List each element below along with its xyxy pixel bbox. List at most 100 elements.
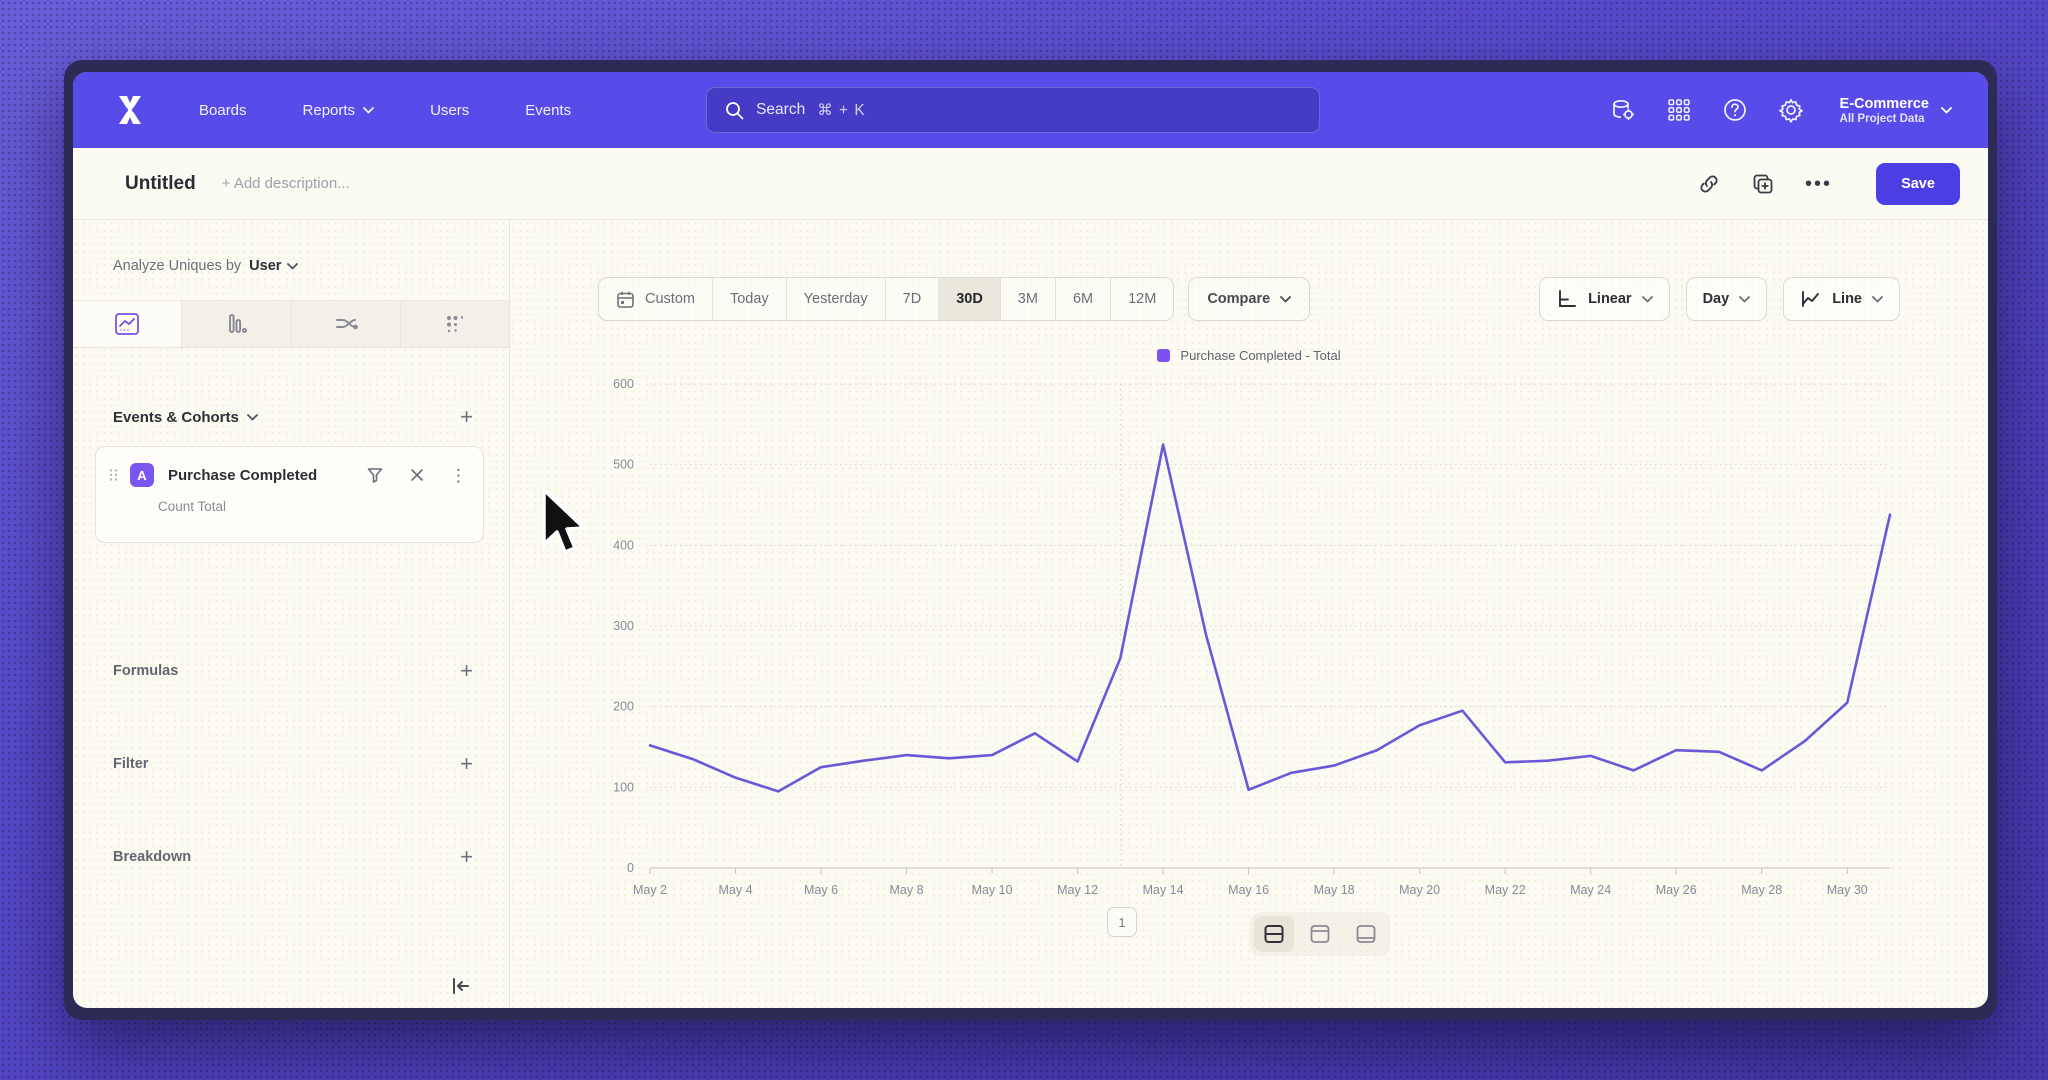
x-axis-label: May 10 xyxy=(972,883,1013,897)
range-12m[interactable]: 12M xyxy=(1111,278,1173,320)
dots-grid-tab-icon xyxy=(440,309,470,339)
chevron-down-icon xyxy=(247,414,258,421)
top-nav: Boards Reports Users Events Search ⌘ + K xyxy=(73,72,1988,148)
layout-panel-bottom-icon[interactable] xyxy=(1346,916,1386,952)
range-label: 7D xyxy=(903,291,922,307)
range-30d[interactable]: 30D xyxy=(939,278,1001,320)
x-axis-label: May 6 xyxy=(804,883,838,897)
compare-dropdown[interactable]: Compare xyxy=(1188,277,1310,321)
tab-flow[interactable] xyxy=(292,301,401,347)
add-formula-button[interactable]: + xyxy=(460,658,473,684)
more-options-icon[interactable]: ••• xyxy=(1805,179,1832,189)
compare-label: Compare xyxy=(1207,291,1270,307)
search-input[interactable]: Search ⌘ + K xyxy=(706,87,1320,133)
x-axis-label: May 26 xyxy=(1656,883,1697,897)
legend-swatch xyxy=(1157,349,1170,362)
range-label: Yesterday xyxy=(804,291,868,307)
x-axis-label: May 4 xyxy=(718,883,752,897)
add-breakdown-button[interactable]: + xyxy=(460,844,473,870)
nav-item-events[interactable]: Events xyxy=(525,102,571,119)
drag-handle-icon[interactable] xyxy=(108,468,120,482)
range-custom[interactable]: Custom xyxy=(599,278,713,320)
event-name[interactable]: Purchase Completed xyxy=(168,467,317,484)
range-label: Today xyxy=(730,291,769,307)
x-axis-label: May 28 xyxy=(1741,883,1782,897)
report-title[interactable]: Untitled xyxy=(125,173,196,195)
nav-right: E-Commerce All Project Data xyxy=(1610,95,1952,125)
legend-label: Purchase Completed - Total xyxy=(1180,348,1340,363)
nav-item-reports[interactable]: Reports xyxy=(303,102,375,119)
add-description-field[interactable]: + Add description... xyxy=(222,175,350,192)
remove-event-icon[interactable] xyxy=(408,466,426,484)
y-axis-label: 500 xyxy=(613,458,634,472)
x-axis-label: May 22 xyxy=(1485,883,1526,897)
series-line xyxy=(650,445,1890,792)
scale-label: Linear xyxy=(1588,291,1632,307)
y-axis-label: 600 xyxy=(613,377,634,391)
mixpanel-logo-icon[interactable] xyxy=(113,93,147,127)
add-event-button[interactable]: + xyxy=(460,404,473,430)
report-header: Untitled + Add description... ••• Save xyxy=(73,148,1988,220)
chevron-down-icon xyxy=(1739,296,1750,303)
search-shortcut: ⌘ + K xyxy=(817,101,866,120)
data-management-icon[interactable] xyxy=(1610,97,1636,123)
help-icon[interactable] xyxy=(1722,97,1748,123)
range-label: 30D xyxy=(956,291,983,307)
apps-grid-icon[interactable] xyxy=(1666,97,1692,123)
range-today[interactable]: Today xyxy=(713,278,787,320)
save-button[interactable]: Save xyxy=(1876,163,1960,205)
analyze-value: User xyxy=(249,258,281,274)
x-axis-label: May 30 xyxy=(1827,883,1868,897)
settings-gear-icon[interactable] xyxy=(1778,97,1804,123)
range-label: Custom xyxy=(645,291,695,307)
granularity-dropdown[interactable]: Day xyxy=(1686,277,1768,321)
chevron-down-icon xyxy=(363,107,374,114)
report-actions: ••• Save xyxy=(1697,163,1960,205)
event-menu-icon[interactable]: ⋮ xyxy=(450,467,467,484)
x-axis-label: May 24 xyxy=(1570,883,1611,897)
add-filter-button[interactable]: + xyxy=(460,751,473,777)
filter-funnel-icon[interactable] xyxy=(366,466,384,484)
nav-item-boards[interactable]: Boards xyxy=(199,102,247,119)
layout-panel-top-icon[interactable] xyxy=(1300,916,1340,952)
range-6m[interactable]: 6M xyxy=(1056,278,1111,320)
events-cohorts-header: Events & Cohorts + xyxy=(113,404,473,430)
x-axis-label: May 16 xyxy=(1228,883,1269,897)
y-axis-label: 200 xyxy=(613,700,634,714)
project-switcher[interactable]: E-Commerce All Project Data xyxy=(1840,95,1952,125)
range-3m[interactable]: 3M xyxy=(1001,278,1056,320)
bar-chart-tab-icon xyxy=(221,309,251,339)
nav-item-label: Events xyxy=(525,102,571,119)
range-label: 6M xyxy=(1073,291,1093,307)
analyze-entity-dropdown[interactable]: User xyxy=(249,258,298,274)
pagination-badge[interactable]: 1 xyxy=(1107,907,1137,937)
line-chart[interactable]: 0100200300400500600May 2May 4May 6May 8M… xyxy=(590,370,1930,930)
chart-options-toolbar: Linear Day Line xyxy=(1539,277,1900,321)
range-yesterday[interactable]: Yesterday xyxy=(787,278,886,320)
chevron-down-icon xyxy=(1872,296,1883,303)
event-measurement[interactable]: Count Total xyxy=(158,499,467,514)
analyze-label: Analyze Uniques by xyxy=(113,258,241,274)
copy-link-icon[interactable] xyxy=(1697,172,1721,196)
chart-legend: Purchase Completed - Total xyxy=(510,348,1988,363)
chart-type-dropdown[interactable]: Line xyxy=(1783,277,1900,321)
tab-retention-grid[interactable] xyxy=(401,301,509,347)
x-axis-label: May 12 xyxy=(1057,883,1098,897)
tab-bar-chart[interactable] xyxy=(182,301,291,347)
filter-label: Filter xyxy=(113,756,148,772)
x-axis-label: May 20 xyxy=(1399,883,1440,897)
range-label: 12M xyxy=(1128,291,1156,307)
tab-insights-line[interactable] xyxy=(73,301,182,347)
layout-split-horizontal-icon[interactable] xyxy=(1254,916,1294,952)
granularity-label: Day xyxy=(1703,291,1730,307)
events-cohorts-toggle[interactable]: Events & Cohorts xyxy=(113,409,258,426)
collapse-sidebar-icon[interactable] xyxy=(447,974,473,998)
event-card[interactable]: A Purchase Completed ⋮ Count Total xyxy=(95,446,484,543)
x-axis-label: May 8 xyxy=(890,883,924,897)
scale-dropdown[interactable]: Linear xyxy=(1539,277,1670,321)
range-7d[interactable]: 7D xyxy=(886,278,940,320)
nav-item-users[interactable]: Users xyxy=(430,102,469,119)
date-range-group: Custom Today Yesterday 7D 30D 3M 6M 12M xyxy=(598,277,1174,321)
y-axis-label: 400 xyxy=(613,538,634,552)
duplicate-icon[interactable] xyxy=(1751,172,1775,196)
